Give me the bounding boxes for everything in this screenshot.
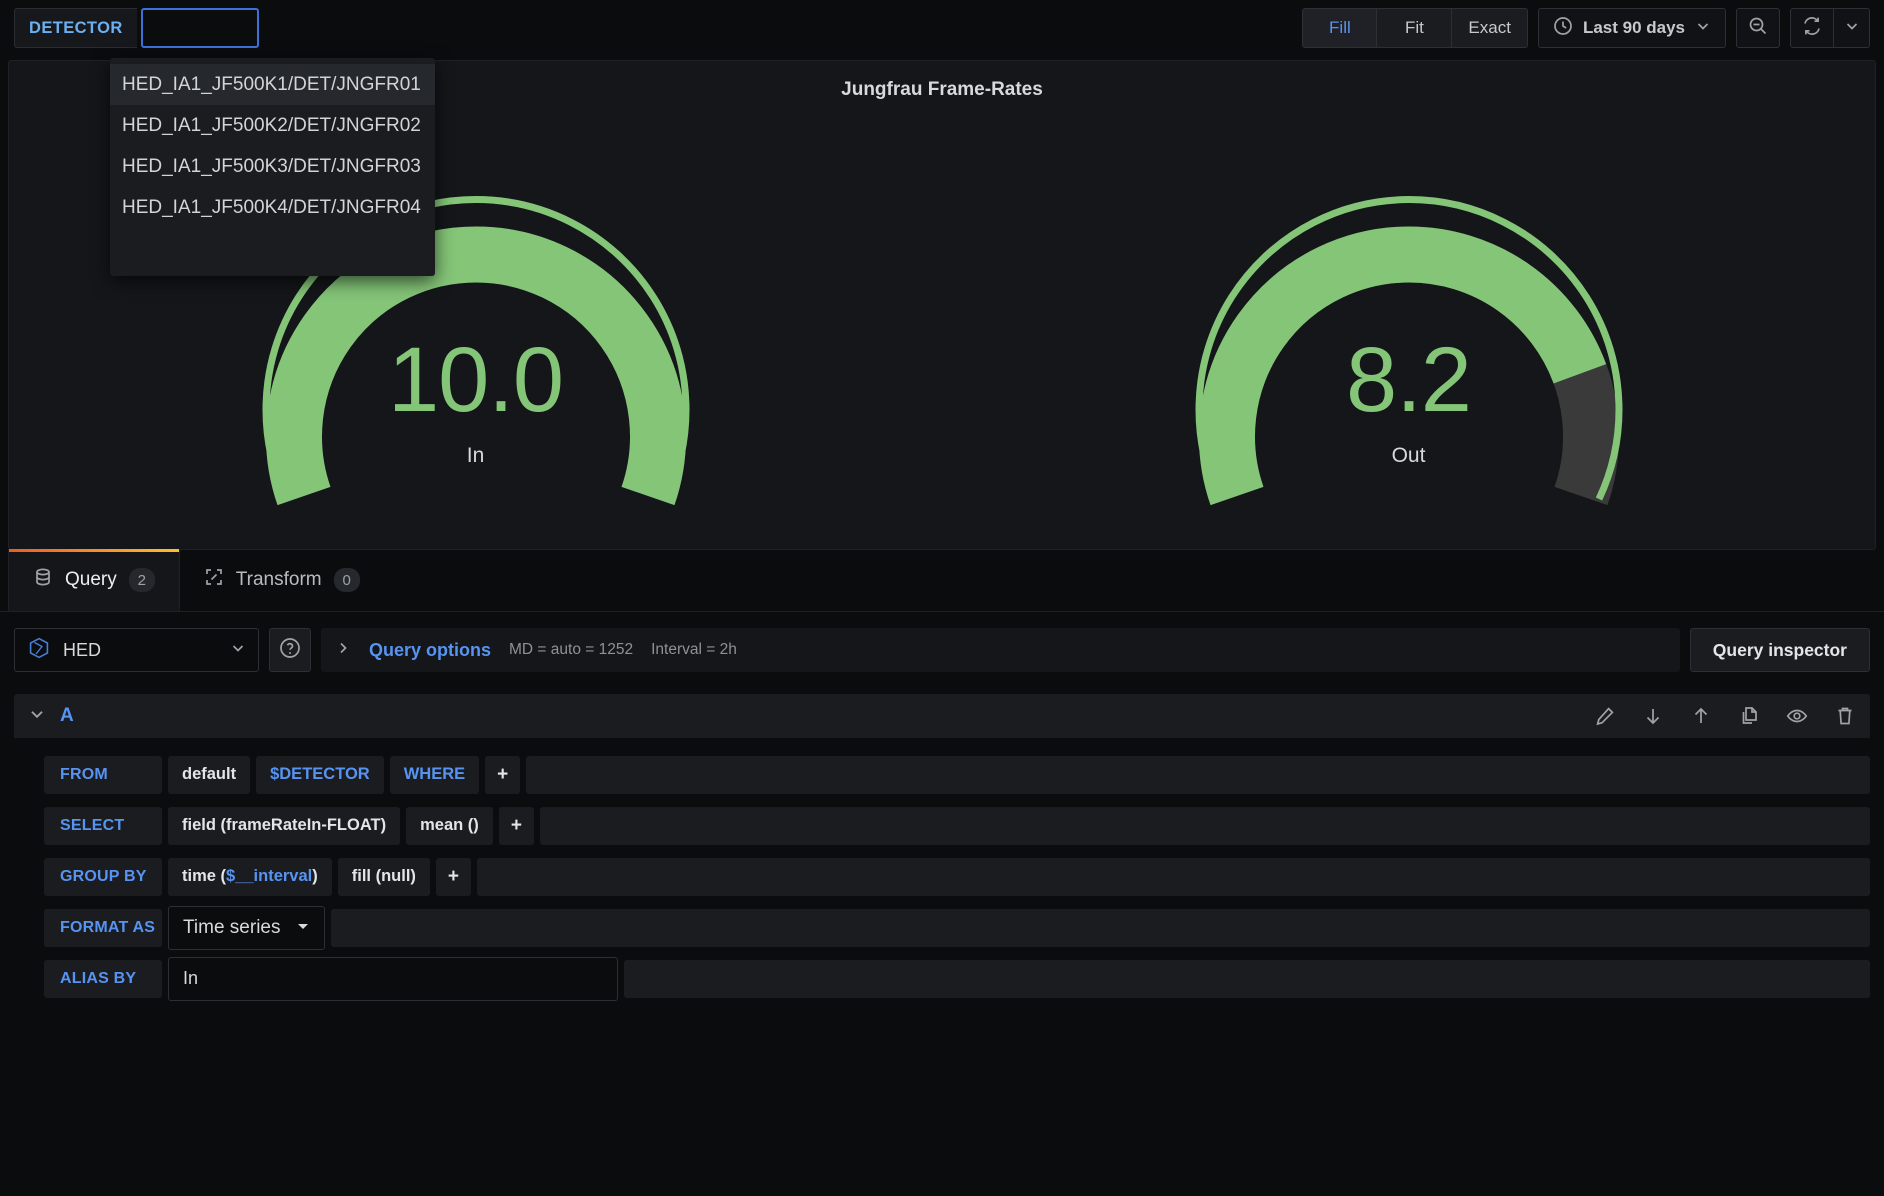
tab-query-count: 2 bbox=[128, 568, 155, 592]
alias-by-row-filler bbox=[624, 959, 1870, 998]
refresh-icon bbox=[1801, 15, 1823, 42]
time-range-picker[interactable]: Last 90 days bbox=[1537, 8, 1726, 48]
gauge-out: 8.2 Out bbox=[1109, 96, 1709, 516]
pencil-icon[interactable] bbox=[1594, 705, 1616, 727]
tab-query[interactable]: Query 2 bbox=[8, 549, 180, 611]
zoom-out-button[interactable] bbox=[1736, 8, 1780, 48]
gauge-out-label: Out bbox=[1391, 444, 1426, 467]
format-as-value: Time series bbox=[183, 916, 281, 938]
refresh-interval-dropdown[interactable] bbox=[1834, 8, 1870, 48]
chevron-down-icon bbox=[230, 640, 246, 661]
datasource-help-button[interactable] bbox=[269, 628, 311, 672]
from-row-filler bbox=[526, 755, 1870, 794]
format-as-select[interactable]: Time series bbox=[168, 905, 326, 950]
zoom-mode-segmented-control: Fill Fit Exact bbox=[1302, 8, 1528, 48]
datasource-name: HED bbox=[63, 639, 102, 660]
editor-row-from: FROM default $DETECTOR WHERE + bbox=[44, 752, 1870, 797]
from-add-button[interactable]: + bbox=[485, 755, 521, 794]
detector-options-dropdown: HED_IA1_JF500K1/DET/JNGFR01 HED_IA1_JF50… bbox=[110, 58, 435, 276]
query-options-row: HED Query options MD = auto = 1252 Inter… bbox=[0, 612, 1884, 682]
query-editor: FROM default $DETECTOR WHERE + SELECT fi… bbox=[14, 738, 1870, 1001]
query-options-bar[interactable]: Query options MD = auto = 1252 Interval … bbox=[321, 628, 1680, 672]
interval-info: Interval = 2h bbox=[651, 641, 737, 658]
arrow-up-icon[interactable] bbox=[1690, 705, 1712, 727]
dropdown-option[interactable]: HED_IA1_JF500K1/DET/JNGFR01 bbox=[110, 64, 435, 105]
dropdown-option[interactable]: HED_IA1_JF500K2/DET/JNGFR02 bbox=[110, 105, 435, 146]
group-by-time-suffix: ) bbox=[312, 867, 318, 885]
caret-down-icon bbox=[296, 917, 310, 939]
tab-transform-count: 0 bbox=[333, 568, 360, 592]
dropdown-option[interactable]: HED_IA1_JF500K4/DET/JNGFR04 bbox=[110, 187, 435, 228]
question-circle-icon bbox=[278, 636, 302, 665]
select-field[interactable]: field (frameRateIn-FLOAT) bbox=[168, 806, 401, 845]
clock-icon bbox=[1553, 16, 1573, 41]
group-by-time[interactable]: time ($__interval) bbox=[168, 857, 332, 896]
group-by-time-variable: $__interval bbox=[226, 867, 313, 885]
trash-icon[interactable] bbox=[1834, 705, 1856, 727]
tab-transform[interactable]: Transform 0 bbox=[180, 549, 384, 611]
group-by-row-filler bbox=[477, 857, 1870, 896]
query-row-header: A bbox=[14, 694, 1870, 738]
transform-icon bbox=[204, 567, 224, 593]
fit-button[interactable]: Fit bbox=[1377, 8, 1453, 48]
from-retention-policy[interactable]: default bbox=[168, 755, 251, 794]
arrow-down-icon[interactable] bbox=[1642, 705, 1664, 727]
top-toolbar: DETECTOR Fill Fit Exact Last 90 days HED… bbox=[0, 0, 1884, 276]
detector-variable-group: DETECTOR bbox=[14, 8, 259, 48]
tab-transform-label: Transform bbox=[235, 569, 322, 590]
from-label: FROM bbox=[44, 755, 162, 794]
collapse-query-icon[interactable] bbox=[28, 705, 46, 728]
editor-row-format-as: FORMAT AS Time series bbox=[44, 905, 1870, 950]
influxdb-icon bbox=[27, 636, 51, 665]
refresh-button[interactable] bbox=[1790, 8, 1834, 48]
from-measurement[interactable]: $DETECTOR bbox=[256, 755, 384, 794]
editor-row-alias-by: ALIAS BY bbox=[44, 956, 1870, 1001]
dropdown-option[interactable]: HED_IA1_JF500K3/DET/JNGFR03 bbox=[110, 146, 435, 187]
chevron-down-icon bbox=[1844, 18, 1860, 39]
alias-by-input[interactable] bbox=[168, 956, 618, 1001]
chevron-right-icon bbox=[335, 640, 351, 661]
time-range-label: Last 90 days bbox=[1582, 18, 1685, 37]
eye-icon[interactable] bbox=[1786, 705, 1808, 727]
exact-button[interactable]: Exact bbox=[1452, 8, 1528, 48]
select-aggregate[interactable]: mean () bbox=[406, 806, 493, 845]
max-data-points-info: MD = auto = 1252 bbox=[509, 641, 634, 658]
query-ref-id: A bbox=[60, 705, 74, 726]
database-icon bbox=[33, 567, 53, 593]
refresh-group bbox=[1790, 8, 1870, 48]
gauge-in-label: In bbox=[466, 444, 485, 467]
format-as-label: FORMAT AS bbox=[44, 908, 162, 947]
format-as-row-filler bbox=[331, 908, 1870, 947]
gauge-out-value: 8.2 bbox=[1346, 329, 1472, 431]
select-label: SELECT bbox=[44, 806, 162, 845]
query-row-actions bbox=[1594, 705, 1856, 727]
datasource-picker[interactable]: HED bbox=[14, 628, 259, 672]
select-row-filler bbox=[539, 806, 1870, 845]
zoom-out-icon bbox=[1747, 15, 1769, 42]
query-inspector-button[interactable]: Query inspector bbox=[1689, 628, 1870, 672]
from-where-button[interactable]: WHERE bbox=[389, 755, 480, 794]
gauge-in-value: 10.0 bbox=[387, 329, 564, 431]
group-by-label: GROUP BY bbox=[44, 857, 162, 896]
editor-tabs: Query 2 Transform 0 bbox=[0, 549, 1884, 612]
copy-icon[interactable] bbox=[1738, 705, 1760, 727]
detector-variable-input[interactable] bbox=[140, 8, 259, 48]
tab-query-label: Query bbox=[65, 569, 117, 590]
select-add-button[interactable]: + bbox=[498, 806, 534, 845]
group-by-fill[interactable]: fill (null) bbox=[337, 857, 430, 896]
query-options-link[interactable]: Query options bbox=[369, 640, 491, 661]
detector-variable-label: DETECTOR bbox=[14, 8, 137, 48]
chevron-down-icon bbox=[1695, 18, 1711, 39]
toolbar-right-group: Fill Fit Exact Last 90 days bbox=[1302, 8, 1870, 48]
group-by-add-button[interactable]: + bbox=[435, 857, 472, 896]
group-by-time-prefix: time ( bbox=[182, 867, 227, 885]
alias-by-label: ALIAS BY bbox=[44, 959, 162, 998]
editor-row-group-by: GROUP BY time ($__interval) fill (null) … bbox=[44, 854, 1870, 899]
fill-button[interactable]: Fill bbox=[1302, 8, 1378, 48]
editor-row-select: SELECT field (frameRateIn-FLOAT) mean ()… bbox=[44, 803, 1870, 848]
